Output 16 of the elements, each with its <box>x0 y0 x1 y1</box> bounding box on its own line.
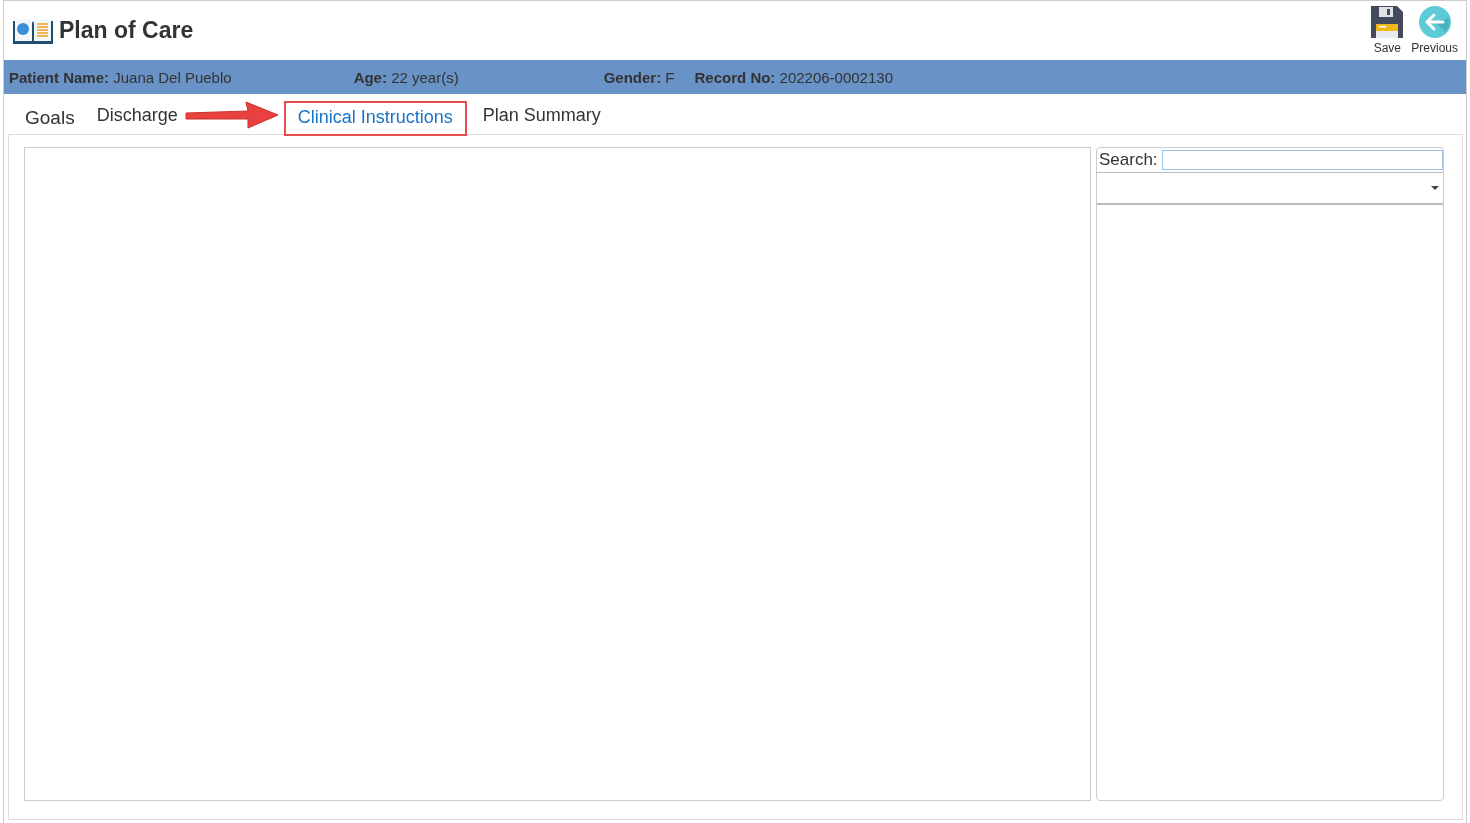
book-icon <box>12 16 54 45</box>
tab[interactable]: Clinical Instructions <box>285 103 465 134</box>
patient-info-text: Patient Name: Juana Del Pueblo <box>9 68 232 86</box>
tab[interactable]: Discharge <box>92 105 182 132</box>
patient-info-text: Record No: 202206-0002130 <box>694 68 893 86</box>
patient-info-text: Age: 22 year(s) <box>353 68 459 86</box>
previous-button[interactable]: Previous <box>1407 6 1462 55</box>
save-button[interactable]: Save <box>1367 6 1408 55</box>
search-label: Search: <box>1099 150 1158 170</box>
patient-info-text: Gender: F <box>603 68 675 86</box>
category-dropdown[interactable] <box>1097 172 1443 205</box>
search-field[interactable] <box>1161 150 1443 170</box>
tab[interactable]: Goals <box>21 107 79 132</box>
caret-icon <box>1431 186 1439 190</box>
tab[interactable]: Plan Summary <box>478 105 605 132</box>
window-title: Plan of Care <box>59 17 194 44</box>
